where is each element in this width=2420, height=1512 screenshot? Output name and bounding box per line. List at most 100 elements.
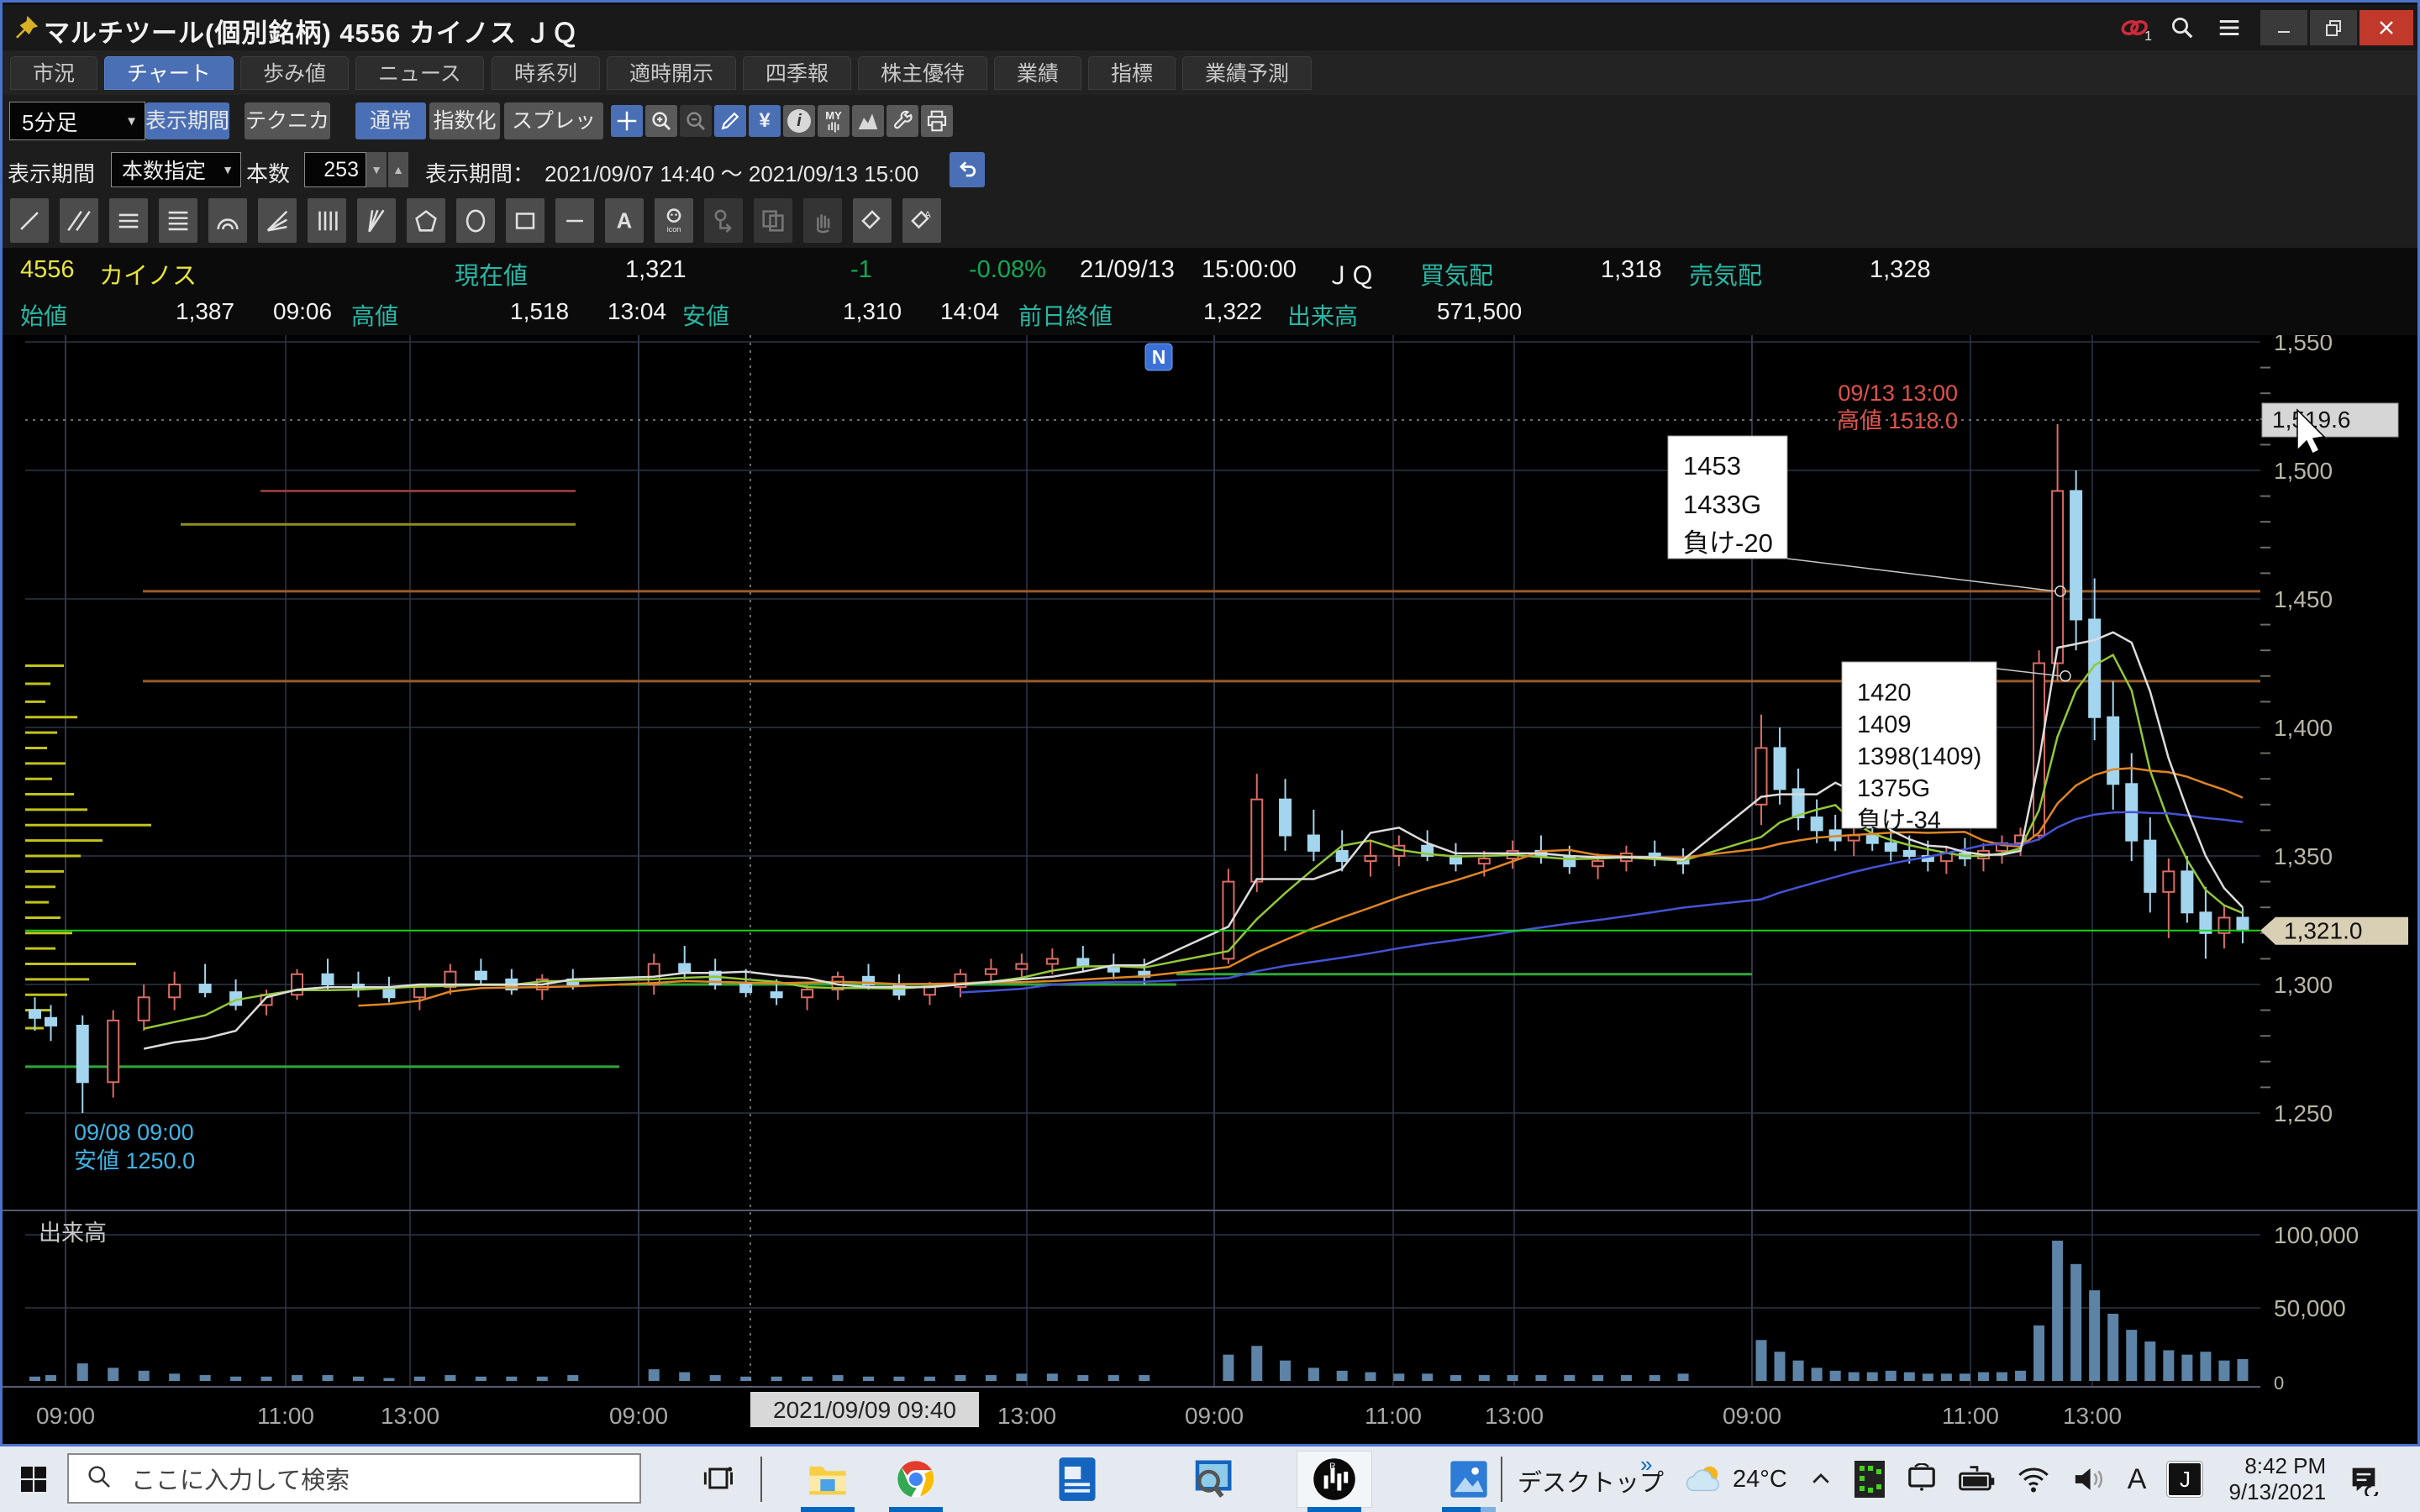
info-icon[interactable]: i: [783, 105, 815, 137]
eraser-all-icon[interactable]: A: [902, 198, 941, 243]
menu-tab-業績予測[interactable]: 業績予測: [1182, 56, 1312, 90]
toolbar-button-表示期間[interactable]: 表示期間: [145, 102, 229, 139]
selected-time-label: 2021/09/09 09:40: [773, 1397, 956, 1423]
fibonacci-arcs-icon[interactable]: [208, 198, 247, 243]
volume-profile-icon[interactable]: [852, 105, 884, 137]
zoom-in-icon[interactable]: [645, 105, 677, 137]
taskbar-app-trading-app[interactable]: R: [1297, 1452, 1371, 1507]
search-icon[interactable]: [2164, 11, 2201, 45]
yen-icon[interactable]: ¥: [749, 105, 781, 137]
candle-body: [1016, 964, 1027, 969]
toolbar-button-通常[interactable]: 通常: [355, 102, 426, 139]
menu-tab-時系列[interactable]: 時系列: [492, 56, 600, 90]
toolbar-button-指数化[interactable]: 指数化: [429, 102, 500, 139]
timeframe-select[interactable]: 5分足▼: [9, 102, 145, 140]
desktop-toolbar-separator: [1501, 1457, 1502, 1502]
menu-tab-業績[interactable]: 業績: [994, 56, 1081, 90]
pixel-app-icon[interactable]: [1854, 1461, 1885, 1498]
horizontal-lines-dense-icon[interactable]: [159, 198, 197, 243]
clock[interactable]: 8:42 PM9/13/2021: [2223, 1453, 2326, 1505]
menu-tab-適時開示[interactable]: 適時開示: [607, 56, 736, 90]
pencil-icon[interactable]: [714, 105, 746, 137]
menu-tab-歩み値[interactable]: 歩み値: [240, 56, 349, 90]
wifi-icon[interactable]: [2017, 1463, 2050, 1495]
rectangle-icon[interactable]: [506, 198, 544, 243]
menu-tab-チャート[interactable]: チャート: [104, 56, 234, 90]
horizontal-lines-icon[interactable]: [109, 198, 148, 243]
menu-tab-市況[interactable]: 市況: [10, 56, 97, 90]
taskbar-search-input[interactable]: ここに入力して検索: [67, 1453, 641, 1504]
count-increment[interactable]: ▲: [388, 152, 408, 187]
weather-icon[interactable]: 24°C: [1686, 1462, 1787, 1497]
trendline-icon[interactable]: [10, 198, 49, 243]
hidden-icons-chevron[interactable]: [1808, 1467, 1833, 1492]
ime-letter[interactable]: A: [2128, 1463, 2147, 1496]
print-icon[interactable]: [921, 105, 953, 137]
taskbar-app-file-explorer[interactable]: [791, 1452, 865, 1507]
horizontal-segment-icon[interactable]: [555, 198, 594, 243]
parallel-lines-icon[interactable]: [60, 198, 98, 243]
anchor-arrow-icon[interactable]: [704, 198, 743, 243]
candle-body: [2144, 841, 2155, 892]
duplicate-icon[interactable]: [754, 198, 792, 243]
angle-lines-icon[interactable]: [357, 198, 396, 243]
candle-body: [45, 1018, 56, 1026]
y-axis-label: 1,400: [2274, 715, 2333, 741]
minimize-button[interactable]: [2260, 10, 2307, 45]
volume-bar: [1678, 1373, 1689, 1381]
fan-lines-icon[interactable]: [258, 198, 297, 243]
maximize-button[interactable]: [2310, 10, 2357, 45]
candle-body: [1337, 851, 1348, 861]
vertical-lines-icon[interactable]: [308, 198, 346, 243]
last-label: 現在値: [455, 256, 528, 291]
y-axis-label: 1,250: [2274, 1100, 2333, 1126]
task-view-icon[interactable]: [699, 1460, 736, 1501]
menu-icon[interactable]: [2211, 11, 2248, 45]
range-label: 表示期間：: [425, 157, 534, 188]
eraser-icon[interactable]: [853, 198, 892, 243]
reset-period-icon[interactable]: [950, 152, 985, 187]
price-chart[interactable]: 1,5501,5001,4501,4001,3501,3001,250100,0…: [0, 335, 2420, 1449]
taskbar-app-chrome[interactable]: [879, 1452, 953, 1507]
candle-body: [1867, 836, 1878, 843]
titlebar[interactable]: マルチツール(個別銘柄) 4556 カイノス ＪＱ 1: [0, 5, 2420, 50]
menu-tab-指標[interactable]: 指標: [1088, 56, 1176, 90]
taskbar-app-photos[interactable]: [1432, 1452, 1506, 1507]
start-button[interactable]: [18, 1464, 49, 1494]
menu-tab-ニュース[interactable]: ニュース: [355, 56, 484, 90]
volume: 571,500: [1437, 298, 1522, 325]
volume-bar: [1621, 1375, 1632, 1381]
toolbar-button-スプレッド[interactable]: スプレッド: [504, 102, 603, 139]
action-center-icon[interactable]: [2347, 1462, 2381, 1496]
pentagon-icon[interactable]: [407, 198, 445, 243]
speaker-icon[interactable]: [2071, 1463, 2107, 1495]
text-tool-icon[interactable]: A: [605, 198, 644, 243]
close-button[interactable]: [2360, 10, 2413, 45]
link-windows-icon[interactable]: 1: [2117, 11, 2154, 45]
toolbar-button-テクニカル[interactable]: テクニカル: [245, 102, 330, 139]
menu-tab-四季報[interactable]: 四季報: [743, 56, 851, 90]
volume-bar: [2107, 1314, 2118, 1381]
wrench-icon[interactable]: [886, 105, 918, 137]
volume-bar: [108, 1368, 118, 1381]
crosshair-icon[interactable]: [611, 105, 643, 137]
hand-tool-icon[interactable]: [803, 198, 842, 243]
zoom-out-icon[interactable]: [680, 105, 712, 137]
taskbar-app-screen-zoom[interactable]: [1176, 1452, 1249, 1507]
stock-name: カイノス: [99, 256, 197, 291]
ellipse-icon[interactable]: [456, 198, 495, 243]
icon-stamp-icon[interactable]: icon: [655, 198, 693, 243]
desktop-expand-chevron[interactable]: »: [1640, 1452, 1652, 1478]
menu-tab-株主優待[interactable]: 株主優待: [858, 56, 987, 90]
my-chart-icon[interactable]: MYıl|ı: [818, 105, 850, 137]
taskbar-app-mail-app[interactable]: [1040, 1452, 1114, 1507]
ime-mode-badge[interactable]: J: [2167, 1462, 2202, 1497]
display-icon[interactable]: [1906, 1463, 1938, 1495]
window-title: マルチツール(個別銘柄) 4556 カイノス ＪＱ: [44, 12, 578, 50]
volume-bar: [740, 1377, 751, 1381]
count-mode-select[interactable]: 本数指定▼: [111, 152, 241, 187]
count-decrement[interactable]: ▼: [366, 152, 387, 187]
count-input[interactable]: 253: [304, 152, 366, 187]
battery-icon[interactable]: [1959, 1463, 1996, 1495]
volume-bar: [1308, 1368, 1319, 1381]
